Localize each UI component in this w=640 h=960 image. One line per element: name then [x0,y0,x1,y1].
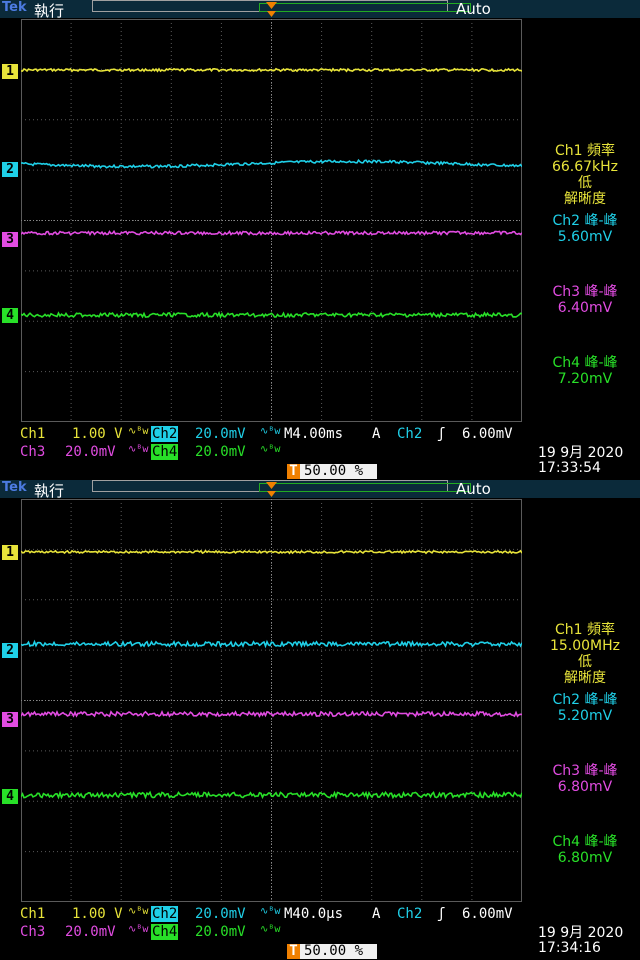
oscilloscope-screen-1: Tek 執行 T Auto 1 2 3 4 Ch1 頻率 66.67kHz 低 … [0,0,640,480]
acquisition-mode: A [372,426,381,442]
ch4-measure-label: Ch4 峰-峰 [552,834,618,850]
run-state: 執行 [34,2,65,20]
trigger-level[interactable]: 6.00mV [462,426,513,442]
waveform-display [21,19,522,422]
ch1-scale: 1.00 V [72,426,123,442]
ch3-measure-value: 6.80mV [557,779,613,795]
ch3-measure-label: Ch3 峰-峰 [552,284,618,300]
trigger-source[interactable]: Ch2 [397,906,422,922]
ch1-scale: 1.00 V [72,906,123,922]
ch1-measure-note2: 解晰度 [564,191,606,207]
ch4-bw-icon: ∿ᴮw [260,924,281,935]
ch3-bw-icon: ∿ᴮw [128,924,149,935]
datetime: 19 9月 2020 17:33:54 [538,446,623,476]
oscilloscope-screen-2: Tek 執行 T Auto 1 2 3 4 Ch1 頻率 15.00MHz 低 … [0,480,640,960]
ch1-trace [21,549,522,555]
ch2-scale: 20.0mV [195,906,246,922]
ch2-trace [21,639,522,649]
ch3-measure-label: Ch3 峰-峰 [552,763,618,779]
timebase[interactable]: M40.0µs [284,906,343,922]
time: 17:34:16 [538,940,601,956]
ch3-label[interactable]: Ch3 [20,444,45,460]
ch4-marker[interactable]: 4 [2,308,18,323]
ch3-scale: 20.0mV [65,444,116,460]
record-window [259,483,471,492]
ch1-measure-note: 低 [578,654,592,670]
brand-logo: Tek [2,480,27,495]
ch3-marker[interactable]: 3 [2,232,18,247]
ch1-bw-icon: ∿ᴮw [128,426,149,437]
ch4-measure-value: 7.20mV [557,371,613,387]
ch1-measure-note: 低 [578,175,592,191]
trigger-position-box[interactable]: T 50.00 % [287,944,377,959]
ch2-measure-value: 5.60mV [557,229,613,245]
trigger-position-box[interactable]: T 50.00 % [287,464,377,479]
ch3-bw-icon: ∿ᴮw [128,444,149,455]
ch1-label[interactable]: Ch1 [20,906,45,922]
ch1-measure-note2: 解晰度 [564,670,606,686]
record-window [259,3,471,12]
ch1-measure-value: 15.00MHz [549,638,621,654]
ch2-measure-label: Ch2 峰-峰 [552,692,618,708]
ch1-measure-label: Ch1 頻率 [554,143,615,159]
run-state: 執行 [34,482,65,500]
ch4-label[interactable]: Ch4 [151,924,179,940]
rising-edge-icon: ʃ [437,906,446,922]
ch4-bw-icon: ∿ᴮw [260,444,281,455]
ch4-marker[interactable]: 4 [2,789,18,804]
measurement-panel: Ch1 頻率 15.00MHz 低 解晰度 Ch2 峰-峰 5.20mV Ch3… [530,480,640,910]
bottom-status-bar: Ch1 1.00 V ∿ᴮw Ch2 20.0mV ∿ᴮw M4.00ms A … [0,424,640,480]
trigger-mode[interactable]: Auto [456,0,491,18]
trigger-position: 50.00 % [304,943,364,959]
date: 19 9月 2020 [538,445,624,461]
date: 19 9月 2020 [538,925,624,941]
acquisition-mode: A [372,906,381,922]
ch4-measure-value: 6.80mV [557,850,613,866]
trigger-mode[interactable]: Auto [456,480,491,498]
ch1-marker[interactable]: 1 [2,545,18,560]
waveform-display [21,499,522,902]
ch4-scale: 20.0mV [195,924,246,940]
brand-logo: Tek [2,0,27,15]
trigger-t-icon: T [287,464,300,479]
bottom-status-bar: Ch1 1.00 V ∿ᴮw Ch2 20.0mV ∿ᴮw M40.0µs A … [0,904,640,960]
trigger-position: 50.00 % [304,463,364,479]
ch4-scale: 20.0mV [195,444,246,460]
ch2-scale: 20.0mV [195,426,246,442]
graticule [21,19,522,422]
ch3-label[interactable]: Ch3 [20,924,45,940]
ch1-measure-label: Ch1 頻率 [554,622,615,638]
trigger-source[interactable]: Ch2 [397,426,422,442]
ch1-label[interactable]: Ch1 [20,426,45,442]
ch3-measure-value: 6.40mV [557,300,613,316]
timebase[interactable]: M4.00ms [284,426,343,442]
ch3-marker[interactable]: 3 [2,712,18,727]
ch1-bw-icon: ∿ᴮw [128,906,149,917]
ch2-label[interactable]: Ch2 [151,906,179,922]
ch2-label[interactable]: Ch2 [151,426,179,442]
ch2-measure-value: 5.20mV [557,708,613,724]
ch2-marker[interactable]: 2 [2,162,18,177]
ch2-marker[interactable]: 2 [2,643,18,658]
ch1-marker[interactable]: 1 [2,64,18,79]
graticule [21,499,522,902]
ch4-label[interactable]: Ch4 [151,444,179,460]
datetime: 19 9月 2020 17:34:16 [538,926,623,956]
ch2-bw-icon: ∿ᴮw [260,426,281,437]
time: 17:33:54 [538,460,601,476]
ch1-measure-value: 66.67kHz [551,159,619,175]
ch2-bw-icon: ∿ᴮw [260,906,281,917]
ch2-measure-label: Ch2 峰-峰 [552,213,618,229]
trigger-t-icon: T [287,944,300,959]
trigger-level[interactable]: 6.00mV [462,906,513,922]
rising-edge-icon: ʃ [437,426,446,442]
ch3-scale: 20.0mV [65,924,116,940]
ch4-measure-label: Ch4 峰-峰 [552,355,618,371]
measurement-panel: Ch1 頻率 66.67kHz 低 解晰度 Ch2 峰-峰 5.60mV Ch3… [530,0,640,430]
